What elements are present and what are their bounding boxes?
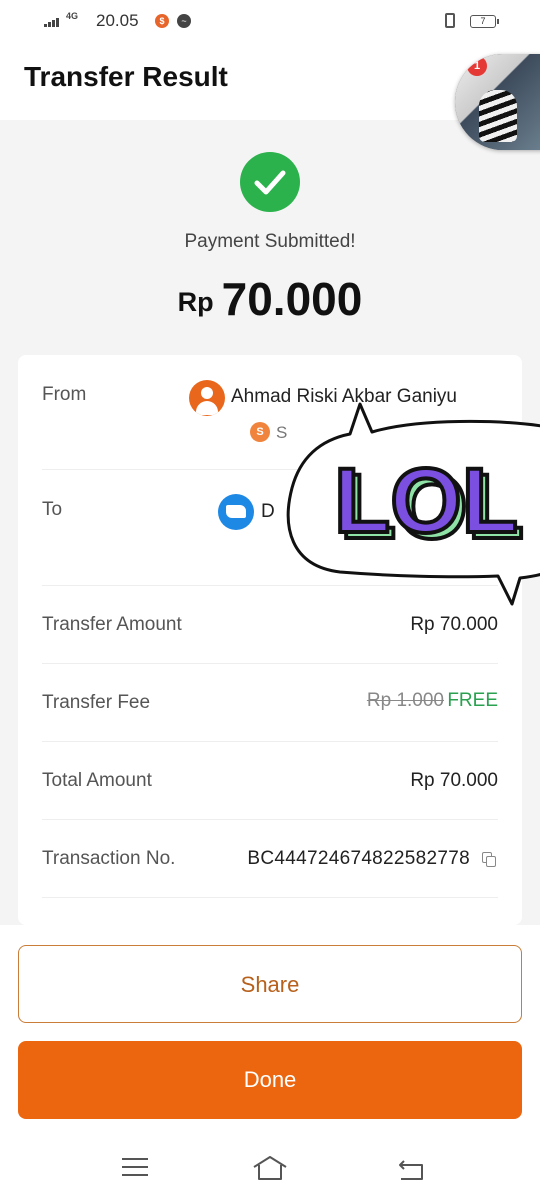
lol-text: LOL [334, 450, 518, 552]
transaction-number-label: Transaction No. [42, 848, 176, 869]
recipient-name: D [261, 501, 275, 522]
battery-icon: 7 [470, 15, 499, 28]
from-label: From [42, 384, 87, 405]
to-label: To [42, 499, 63, 520]
transfer-amount-label: Transfer Amount [42, 614, 182, 635]
amount-currency: Rp [177, 287, 214, 317]
success-check-icon [240, 152, 300, 212]
total-amount-value: Rp 70.000 [410, 770, 498, 791]
messenger-notification-icon: ~ [177, 14, 191, 28]
nav-home-icon[interactable] [252, 1155, 288, 1181]
vibrate-icon [445, 13, 455, 28]
payment-status: Payment Submitted! [184, 231, 356, 252]
lol-sticker: LOL LOL [286, 402, 540, 606]
page-title: Transfer Result [24, 61, 228, 92]
status-time: 20.05 [96, 11, 139, 30]
copy-icon[interactable] [482, 852, 496, 867]
transfer-amount-value: Rp 70.000 [410, 614, 498, 635]
status-bar: 4G 20.05 $ ~ 7 [0, 0, 540, 42]
nav-back-icon[interactable] [396, 1157, 426, 1181]
network-type: 4G [66, 11, 79, 21]
chat-head-figure [479, 90, 517, 142]
transfer-fee-label: Transfer Fee [42, 692, 151, 713]
nav-menu-icon[interactable] [122, 1158, 148, 1178]
bank-icon [218, 494, 254, 530]
total-amount-label: Total Amount [42, 770, 152, 791]
fee-free-badge: FREE [447, 690, 498, 711]
total-amount-row: Total Amount Rp 70.000 [42, 742, 498, 820]
original-fee: Rp 1.000 [366, 690, 444, 711]
signal-icon [44, 17, 60, 27]
chat-head-bubble[interactable]: 1 [455, 54, 540, 150]
transaction-number-row: Transaction No. BC444724674822582778 [42, 820, 498, 898]
share-button[interactable]: Share [18, 945, 522, 1023]
shopeepay-notification-icon: $ [155, 14, 169, 28]
amount-value: 70.000 [221, 273, 363, 325]
wallet-icon: S [250, 422, 270, 442]
user-avatar-icon [189, 380, 225, 416]
payment-amount: Rp 70.000 [0, 272, 540, 326]
chat-head-badge: 1 [467, 56, 487, 76]
transaction-number-value: BC444724674822582778 [247, 848, 470, 869]
done-button[interactable]: Done [18, 1041, 522, 1119]
transfer-fee-row: Transfer Fee Rp 1.000 FREE [42, 664, 498, 742]
